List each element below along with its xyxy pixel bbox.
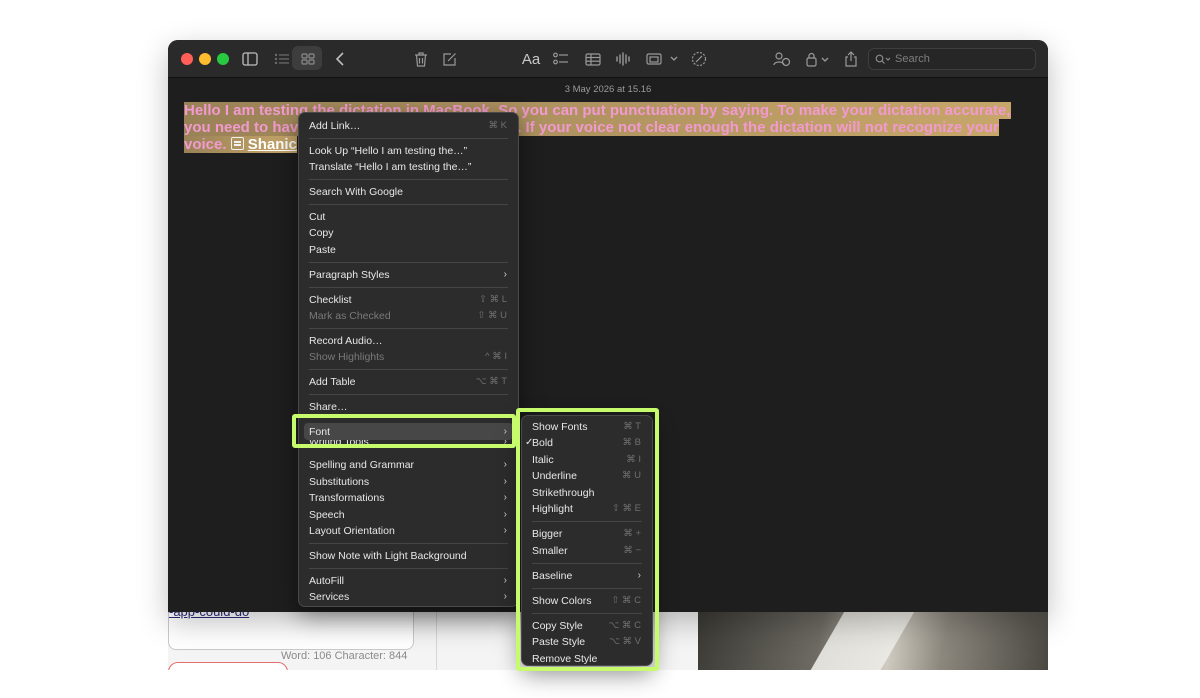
menu-item-record-audio[interactable]: Record Audio…	[304, 332, 513, 349]
format-text-button[interactable]: Aa	[520, 48, 542, 70]
annotation-highlight-font-submenu	[516, 408, 659, 671]
menu-item-look-up[interactable]: Look Up “Hello I am testing the…”	[304, 142, 513, 159]
search-placeholder: Search	[895, 53, 930, 65]
search-field[interactable]: Search	[868, 48, 1036, 70]
collaborate-icon[interactable]	[772, 48, 792, 70]
menu-item-paragraph-styles[interactable]: Paragraph Styles ›	[304, 266, 513, 283]
menu-item-layout-orientation[interactable]: Layout Orientation ›	[304, 522, 513, 539]
menu-item-add-table[interactable]: Add Table ⌥ ⌘ T	[304, 373, 513, 390]
menu-item-copy[interactable]: Copy	[304, 224, 513, 241]
compose-icon[interactable]	[440, 48, 458, 70]
media-menu-icon[interactable]	[644, 48, 680, 70]
zoom-window-button[interactable]	[217, 53, 229, 65]
note-line-3-start[interactable]: voice.	[184, 136, 227, 153]
audio-waveform-icon[interactable]	[614, 48, 632, 70]
note-date: 3 May 2026 at 15.16	[564, 84, 652, 95]
context-menu: Add Link… ⌘ K Look Up “Hello I am testing…	[298, 112, 519, 607]
note-link-icon	[230, 137, 244, 150]
chevron-right-icon: ›	[503, 492, 507, 503]
background-photo	[698, 610, 1048, 670]
menu-item-substitutions[interactable]: Substitutions ›	[304, 473, 513, 490]
menu-item-add-link[interactable]: Add Link… ⌘ K	[304, 117, 513, 134]
note-line-2-start[interactable]: you need to hav	[184, 119, 298, 136]
menu-item-show-highlights: Show Highlights ^ ⌘ I	[309, 350, 507, 363]
background-divider	[436, 610, 437, 670]
menu-item-cut[interactable]: Cut	[304, 208, 513, 225]
background-card: -app-could-do Word: 106 Character: 844	[168, 610, 414, 662]
menu-item-autofill[interactable]: AutoFill ›	[304, 572, 513, 589]
search-icon	[875, 54, 891, 64]
toolbar: Aa Search	[168, 40, 1048, 78]
checklist-icon[interactable]	[552, 48, 570, 70]
annotation-highlight-font-item	[292, 414, 516, 448]
pencil-scribble-icon[interactable]	[690, 48, 708, 70]
chevron-right-icon: ›	[503, 476, 507, 487]
sidebar-toggle-icon[interactable]	[240, 48, 260, 70]
menu-item-share[interactable]: Share…	[304, 398, 513, 415]
chevron-right-icon: ›	[503, 269, 507, 280]
list-view-icon[interactable]	[272, 48, 292, 70]
background-pill	[168, 662, 288, 670]
chevron-right-icon: ›	[503, 575, 507, 586]
menu-item-spelling-grammar[interactable]: Spelling and Grammar ›	[304, 456, 513, 473]
menu-item-mark-checked: Mark as Checked ⇧ ⌘ U	[309, 309, 507, 322]
chevron-right-icon: ›	[503, 459, 507, 470]
chevron-right-icon: ›	[503, 591, 507, 602]
menu-item-light-background[interactable]: Show Note with Light Background	[304, 547, 513, 564]
chevron-right-icon: ›	[503, 525, 507, 536]
minimize-window-button[interactable]	[199, 53, 211, 65]
table-icon[interactable]	[584, 48, 602, 70]
menu-item-search-google[interactable]: Search With Google	[304, 183, 513, 200]
menu-item-transformations[interactable]: Transformations ›	[304, 489, 513, 506]
note-line-2-end[interactable]: . If your voice not clear enough the dic…	[517, 119, 999, 136]
note-link[interactable]: Shanic	[248, 136, 297, 153]
gallery-view-icon[interactable]	[300, 48, 316, 70]
chevron-right-icon: ›	[503, 509, 507, 520]
share-icon[interactable]	[842, 48, 860, 70]
menu-item-paste[interactable]: Paste	[304, 241, 513, 258]
word-count-stats: Word: 106 Character: 844	[281, 650, 408, 662]
back-chevron-icon[interactable]	[332, 48, 348, 70]
menu-item-speech[interactable]: Speech ›	[304, 506, 513, 523]
menu-item-translate[interactable]: Translate “Hello I am testing the…”	[304, 158, 513, 175]
menu-item-services[interactable]: Services ›	[304, 588, 513, 605]
lock-menu-icon[interactable]	[804, 48, 832, 70]
close-window-button[interactable]	[181, 53, 193, 65]
trash-icon[interactable]	[412, 48, 430, 70]
menu-item-checklist[interactable]: Checklist ⇧ ⌘ L	[304, 291, 513, 308]
